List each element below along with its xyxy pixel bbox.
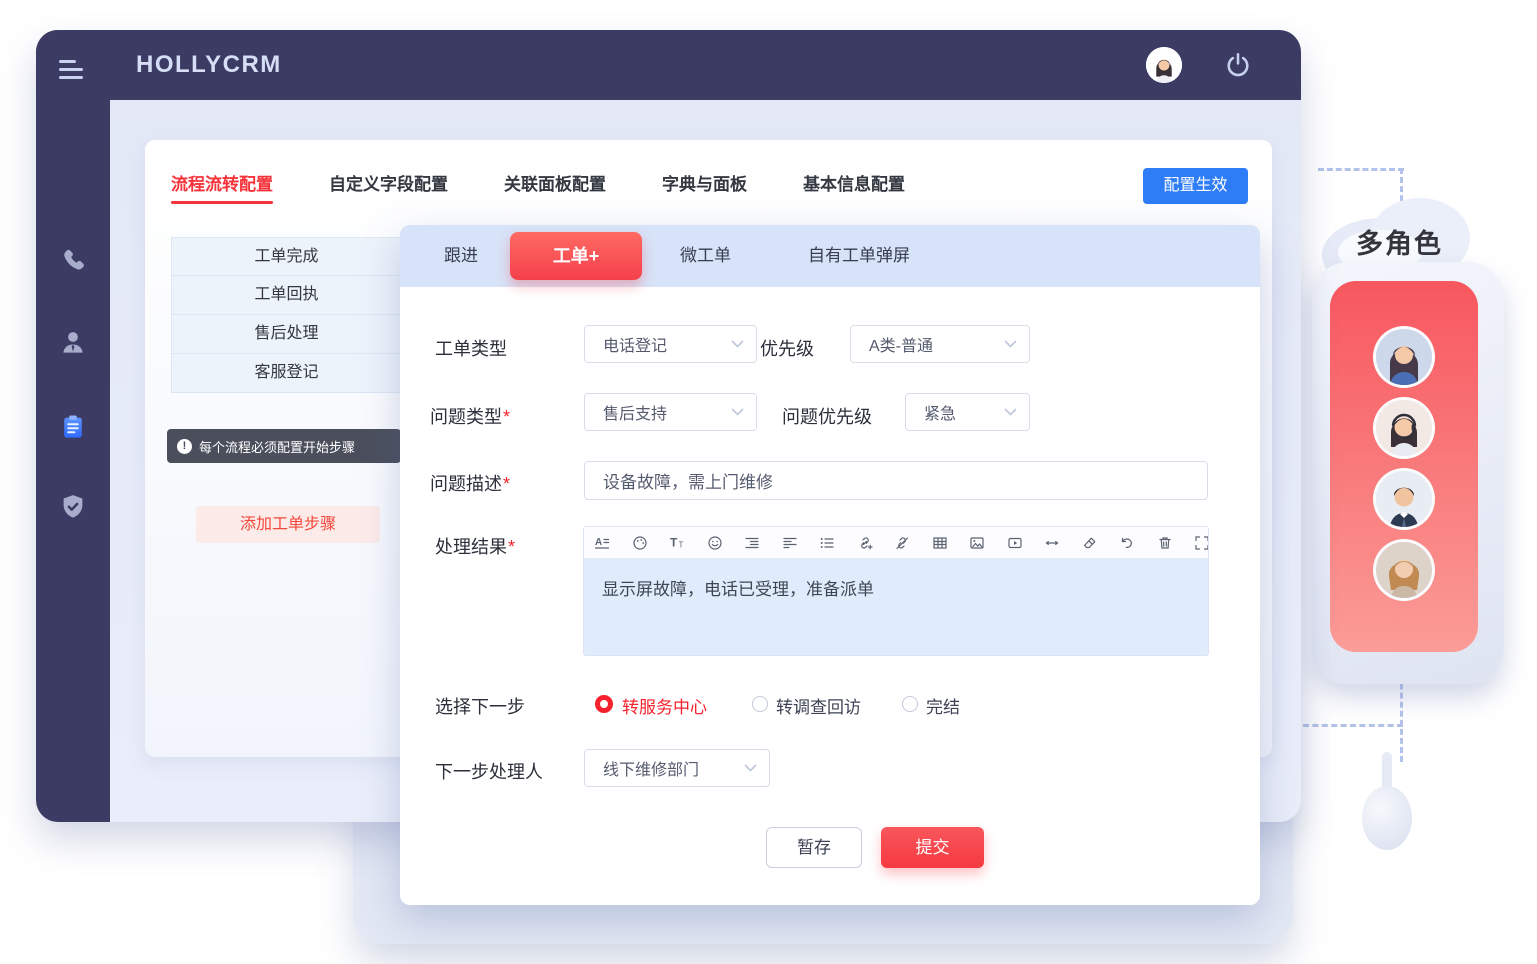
phone-icon[interactable] [58, 247, 88, 277]
app-title: HOLLYCRM [136, 30, 282, 100]
workorder-icon[interactable] [58, 412, 88, 442]
customer-icon[interactable] [58, 327, 88, 357]
avatar [1373, 468, 1435, 530]
avatar [1373, 539, 1435, 601]
multi-role-label: 多角色 [1356, 222, 1443, 261]
tab-workorder-active[interactable]: 工单+ [510, 232, 642, 280]
add-step-button[interactable]: 添加工单步骤 [196, 506, 380, 543]
priority-label: 优先级 [760, 335, 814, 361]
menu-icon[interactable] [59, 60, 83, 81]
list-item[interactable]: 工单回执 [171, 276, 402, 315]
undo-icon[interactable] [1119, 535, 1135, 551]
tab-dictionary-panel[interactable]: 字典与面板 [662, 170, 747, 195]
align-icon[interactable] [782, 535, 798, 551]
priority-select[interactable]: A类-普通 [850, 325, 1030, 363]
tab-follow-up[interactable]: 跟进 [444, 225, 478, 287]
tab-own-popup[interactable]: 自有工单弹屏 [808, 225, 910, 287]
indent-icon[interactable] [744, 535, 760, 551]
font-size-icon[interactable]: TT [669, 535, 685, 551]
screen: 多角色 HOLLYCRM [0, 0, 1537, 964]
issue-desc-label: 问题描述* [430, 470, 510, 496]
dashed-connector [1318, 168, 1404, 171]
radio-survey-callback[interactable] [752, 696, 768, 712]
unlink-icon[interactable] [894, 535, 910, 551]
list-item[interactable]: 售后处理 [171, 315, 402, 354]
radio-survey-callback-label[interactable]: 转调查回访 [776, 693, 861, 718]
svg-text:A: A [595, 537, 602, 548]
chevron-down-icon [1004, 408, 1017, 416]
radio-finish[interactable] [902, 696, 918, 712]
issue-type-select[interactable]: 售后支持 [584, 393, 757, 431]
next-step-label: 选择下一步 [435, 693, 525, 719]
order-type-label: 工单类型 [435, 335, 507, 361]
submit-button[interactable]: 提交 [881, 827, 984, 868]
table-icon[interactable] [932, 535, 948, 551]
list-item[interactable]: 工单完成 [171, 237, 402, 276]
chevron-down-icon [731, 340, 744, 348]
tab-linked-panel[interactable]: 关联面板配置 [504, 170, 606, 195]
radio-service-center-label[interactable]: 转服务中心 [622, 693, 707, 718]
workorder-dialog: 跟进 工单+ 微工单 自有工单弹屏 工单类型 电话登记 优先级 A类-普通 问题… [400, 225, 1260, 905]
chevron-down-icon [1004, 340, 1017, 348]
tab-micro-workorder[interactable]: 微工单 [680, 225, 731, 287]
link-icon[interactable] [857, 535, 873, 551]
list-icon[interactable] [819, 535, 835, 551]
chevron-down-icon [731, 408, 744, 416]
chevron-down-icon [744, 764, 757, 772]
trash-icon[interactable] [1157, 535, 1173, 551]
save-draft-button[interactable]: 暂存 [766, 827, 862, 868]
next-handler-select[interactable]: 线下维修部门 [584, 749, 770, 787]
result-label: 处理结果* [435, 533, 515, 559]
palette-icon[interactable] [632, 535, 648, 551]
image-icon[interactable] [969, 535, 985, 551]
power-icon[interactable] [1224, 51, 1252, 79]
video-icon[interactable] [1007, 535, 1023, 551]
text-style-icon[interactable]: A [594, 535, 610, 551]
tab-process-flow[interactable]: 流程流转配置 [171, 170, 273, 195]
svg-text:T: T [670, 535, 678, 549]
result-editor-body[interactable]: 显示屏故障，电话已受理，准备派单 [584, 559, 1208, 655]
avatar [1373, 326, 1435, 388]
issue-desc-input[interactable] [584, 461, 1208, 500]
tab-custom-fields[interactable]: 自定义字段配置 [329, 170, 448, 195]
next-handler-label: 下一步处理人 [435, 758, 543, 784]
dialog-tabbar: 跟进 工单+ 微工单 自有工单弹屏 [400, 225, 1260, 287]
tab-basic-info[interactable]: 基本信息配置 [803, 170, 905, 195]
workflow-step-list: 工单完成 工单回执 售后处理 客服登记 [171, 237, 402, 393]
security-icon[interactable] [58, 492, 88, 522]
alert-icon: ! [177, 439, 192, 454]
hint-tooltip: ! 每个流程必须配置开始步骤 [167, 429, 401, 463]
dashed-connector [1303, 724, 1403, 727]
radio-finish-label[interactable]: 完结 [926, 693, 960, 718]
radio-service-center[interactable] [595, 695, 613, 713]
divider-icon[interactable] [1044, 535, 1060, 551]
list-item[interactable]: 客服登记 [171, 354, 402, 393]
issue-priority-label: 问题优先级 [782, 403, 872, 429]
svg-text:T: T [679, 540, 684, 549]
order-type-select[interactable]: 电话登记 [584, 325, 757, 363]
fullscreen-icon[interactable] [1194, 535, 1209, 551]
result-editor: A TT 显示屏故障，电话已受理，准备派单 [583, 526, 1209, 656]
user-avatar[interactable] [1146, 47, 1182, 83]
avatar [1373, 397, 1435, 459]
eraser-icon[interactable] [1082, 535, 1098, 551]
editor-toolbar: A TT [584, 527, 1208, 559]
drop-shape [1362, 752, 1412, 852]
hint-text: 每个流程必须配置开始步骤 [199, 437, 355, 456]
apply-config-button[interactable]: 配置生效 [1143, 168, 1248, 204]
issue-type-label: 问题类型* [430, 403, 510, 429]
config-tabs: 流程流转配置 自定义字段配置 关联面板配置 字典与面板 基本信息配置 [171, 170, 905, 195]
emoji-icon[interactable] [707, 535, 723, 551]
issue-priority-select[interactable]: 紧急 [905, 393, 1030, 431]
